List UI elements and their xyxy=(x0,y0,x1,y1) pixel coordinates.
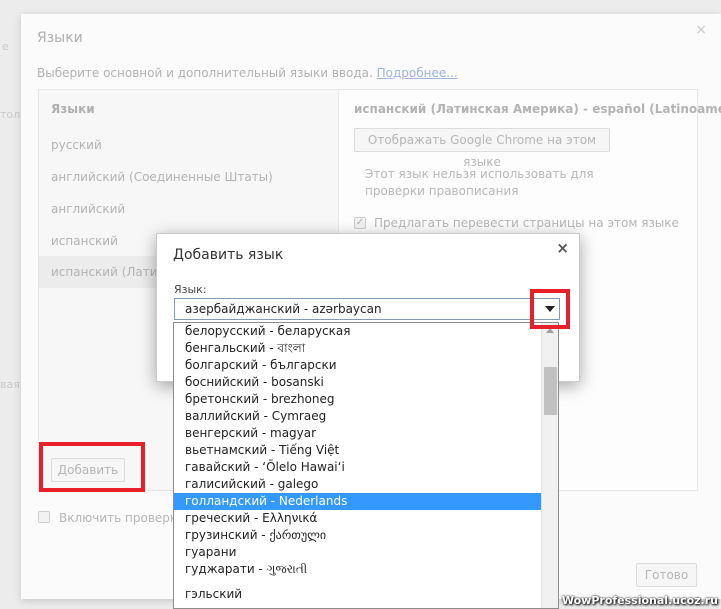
languages-description: Выберите основной и дополнительный языки… xyxy=(37,66,458,80)
enable-spellcheck-label: Включить проверку xyxy=(59,511,185,525)
language-option-selected[interactable]: голландский - Nederlands xyxy=(174,493,542,510)
languages-close-icon[interactable]: × xyxy=(695,22,707,38)
languages-description-text: Выберите основной и дополнительный языки… xyxy=(37,66,373,80)
language-option[interactable]: венгерский - magyar xyxy=(174,425,542,442)
language-list-item[interactable]: русский xyxy=(39,129,339,161)
done-button[interactable]: Готово xyxy=(636,563,697,587)
language-option[interactable]: вьетнамский - Tiếng Việt xyxy=(174,442,542,459)
background-ghost-text: вая xyxy=(0,378,20,391)
offer-translate-label: Предлагать перевести страницы на этом яз… xyxy=(374,216,679,230)
language-option[interactable]: греческий - Ελληνικά xyxy=(174,510,542,527)
background-ghost-text: тол xyxy=(0,108,21,121)
background-ghost-text: е xyxy=(2,40,9,53)
language-field-label: Язык: xyxy=(174,283,207,296)
language-detail-title: испанский (Латинская Америка) - español … xyxy=(354,102,721,116)
add-language-title: Добавить язык xyxy=(173,247,284,263)
enable-spellcheck-checkbox[interactable] xyxy=(38,511,50,523)
language-option[interactable]: болгарский - български xyxy=(174,357,542,374)
language-option[interactable]: бретонский - brezhoneg xyxy=(174,391,542,408)
language-option[interactable]: боснийский - bosanski xyxy=(174,374,542,391)
display-chrome-in-language-button[interactable]: Отображать Google Chrome на этом языке xyxy=(354,128,610,169)
language-select[interactable]: азербайджанский - azərbaycan xyxy=(174,298,560,320)
highlight-box-add-button xyxy=(39,442,145,492)
close-icon[interactable]: × xyxy=(556,239,569,257)
language-option[interactable]: бенгальский - বাংলা xyxy=(174,340,542,357)
scrollbar-thumb[interactable] xyxy=(544,367,557,415)
language-option[interactable]: гуджарати - ગુજરાતી xyxy=(174,561,542,578)
offer-translate-checkbox[interactable]: ✓ xyxy=(354,217,366,229)
highlight-box-dropdown-arrow xyxy=(530,289,570,329)
language-dropdown-list[interactable]: белорусский - беларуская бенгальский - ব… xyxy=(173,322,559,609)
language-select-value: азербайджанский - azərbaycan xyxy=(185,302,382,316)
learn-more-link[interactable]: Подробнее... xyxy=(377,66,458,80)
dropdown-scrollbar[interactable] xyxy=(541,323,558,608)
language-option[interactable]: гавайский - ʻŌlelo Hawaiʻi xyxy=(174,459,542,476)
language-option[interactable]: гуарани xyxy=(174,544,542,561)
language-option[interactable]: валлийский - Cymraeg xyxy=(174,408,542,425)
languages-title: Языки xyxy=(37,30,83,46)
language-list-header: Языки xyxy=(51,102,95,116)
watermark: WowProfessional.ucoz.ru xyxy=(561,594,718,607)
language-option[interactable]: грузинский - ქართული xyxy=(174,527,542,544)
spellcheck-note: Этот язык нельзя использовать для провер… xyxy=(365,167,594,198)
language-option[interactable]: гэльский xyxy=(174,586,542,603)
language-list-item[interactable]: английский (Соединенные Штаты) xyxy=(39,161,339,193)
language-option[interactable]: галисийский - galego xyxy=(174,476,542,493)
language-list-item[interactable]: английский xyxy=(39,193,339,225)
language-option[interactable]: белорусский - беларуская xyxy=(174,323,542,340)
